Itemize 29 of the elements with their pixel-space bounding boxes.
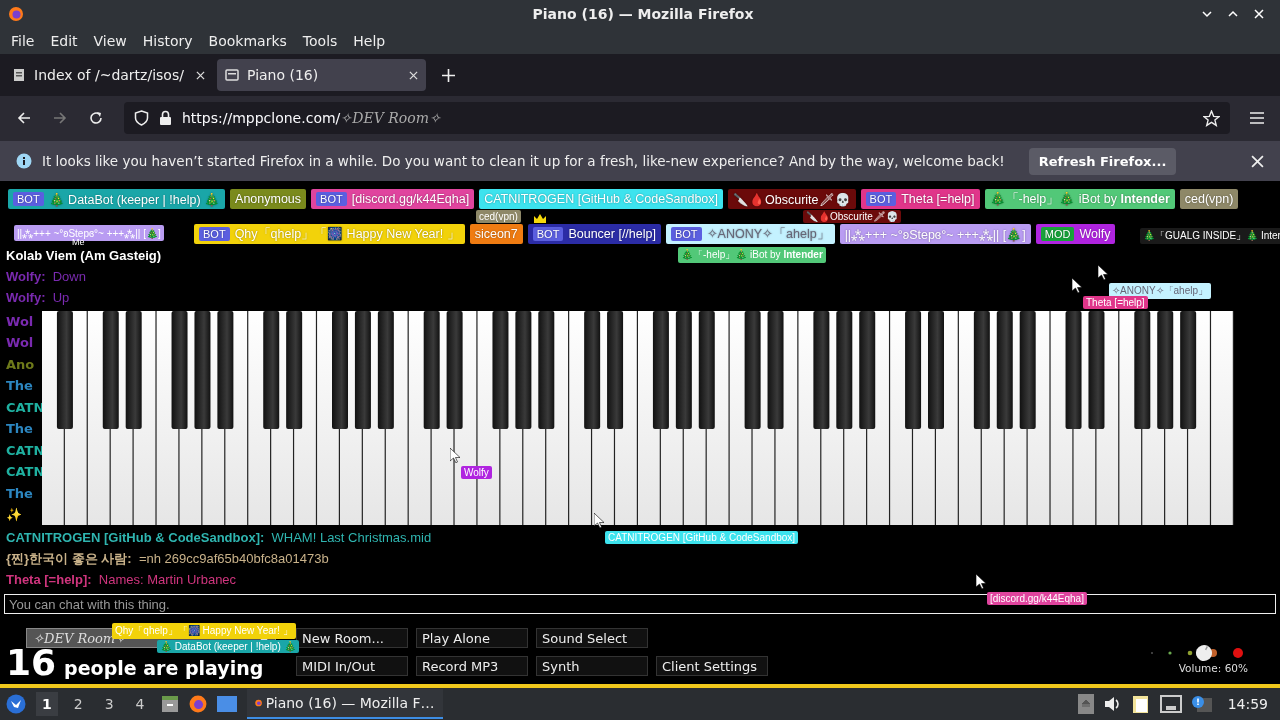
player-count: 16 (6, 644, 57, 682)
cursor-name-tooltip: [discord.gg/k44Eqha] (987, 592, 1087, 605)
chat-message: Wol (6, 313, 35, 331)
cursor-name-tooltip: ced(vpn) (476, 210, 521, 223)
chat-message: CATNITROGEN [GitHub & CodeSandbox]: WHAM! Last Christmas.mid (6, 529, 432, 547)
chat-message: Wolfy: Down (6, 268, 86, 286)
clock: 14:59 (1227, 696, 1268, 712)
cursor-name-tooltip: 🔪🩸Obscurite🗡💀 (803, 210, 901, 223)
chat-message: Wolfy: Up (6, 289, 70, 307)
cursor-name-tooltip: CATNITROGEN [GitHub & CodeSandbox] (605, 531, 799, 544)
chat-message: The (6, 484, 34, 503)
volume-label: Volume: 60% (1178, 662, 1248, 674)
cursor-name-tooltip: Theta [=help] (1083, 296, 1148, 309)
chat-message: ✨ (6, 505, 23, 524)
chat-message: The (6, 420, 34, 439)
chat-message: Wol (6, 334, 35, 353)
chat-message: The (6, 377, 34, 396)
cursor-name-tooltip: ✧ANONY✧「ahelp」 (1109, 283, 1212, 299)
window-title: Piano (16) — Mozilla Firefox (532, 6, 754, 22)
chat-message: Kolab Viem (Am Gasteig) (6, 247, 162, 265)
cursor-name-tooltip: 🎄「-help」🎄 iBot by Intender (678, 247, 826, 263)
chat-message: Theta [=help]: Names: Martin Urbanec (6, 571, 237, 589)
cursor-name-tooltip: 🎄「GUALG INSIDE」🎄 Inter (1140, 228, 1280, 244)
cursor-name-tooltip: Wolfy (461, 466, 492, 479)
chat-message: {찐}한국이 좋은 사람: =nh 269cc9af65b40bfc8a01473b (6, 550, 329, 568)
notification-message: It looks like you haven’t started Firefox in a while. Do you want to clean it up for a fresh, like-new experience? And by the way, welcome back! (42, 153, 1005, 169)
cursor-name-tooltip: 🎄 DataBot (keeper | !help) 🎄 (157, 640, 299, 653)
chat-message: Ano (6, 355, 36, 374)
player-count-label: people are playing (64, 657, 264, 679)
